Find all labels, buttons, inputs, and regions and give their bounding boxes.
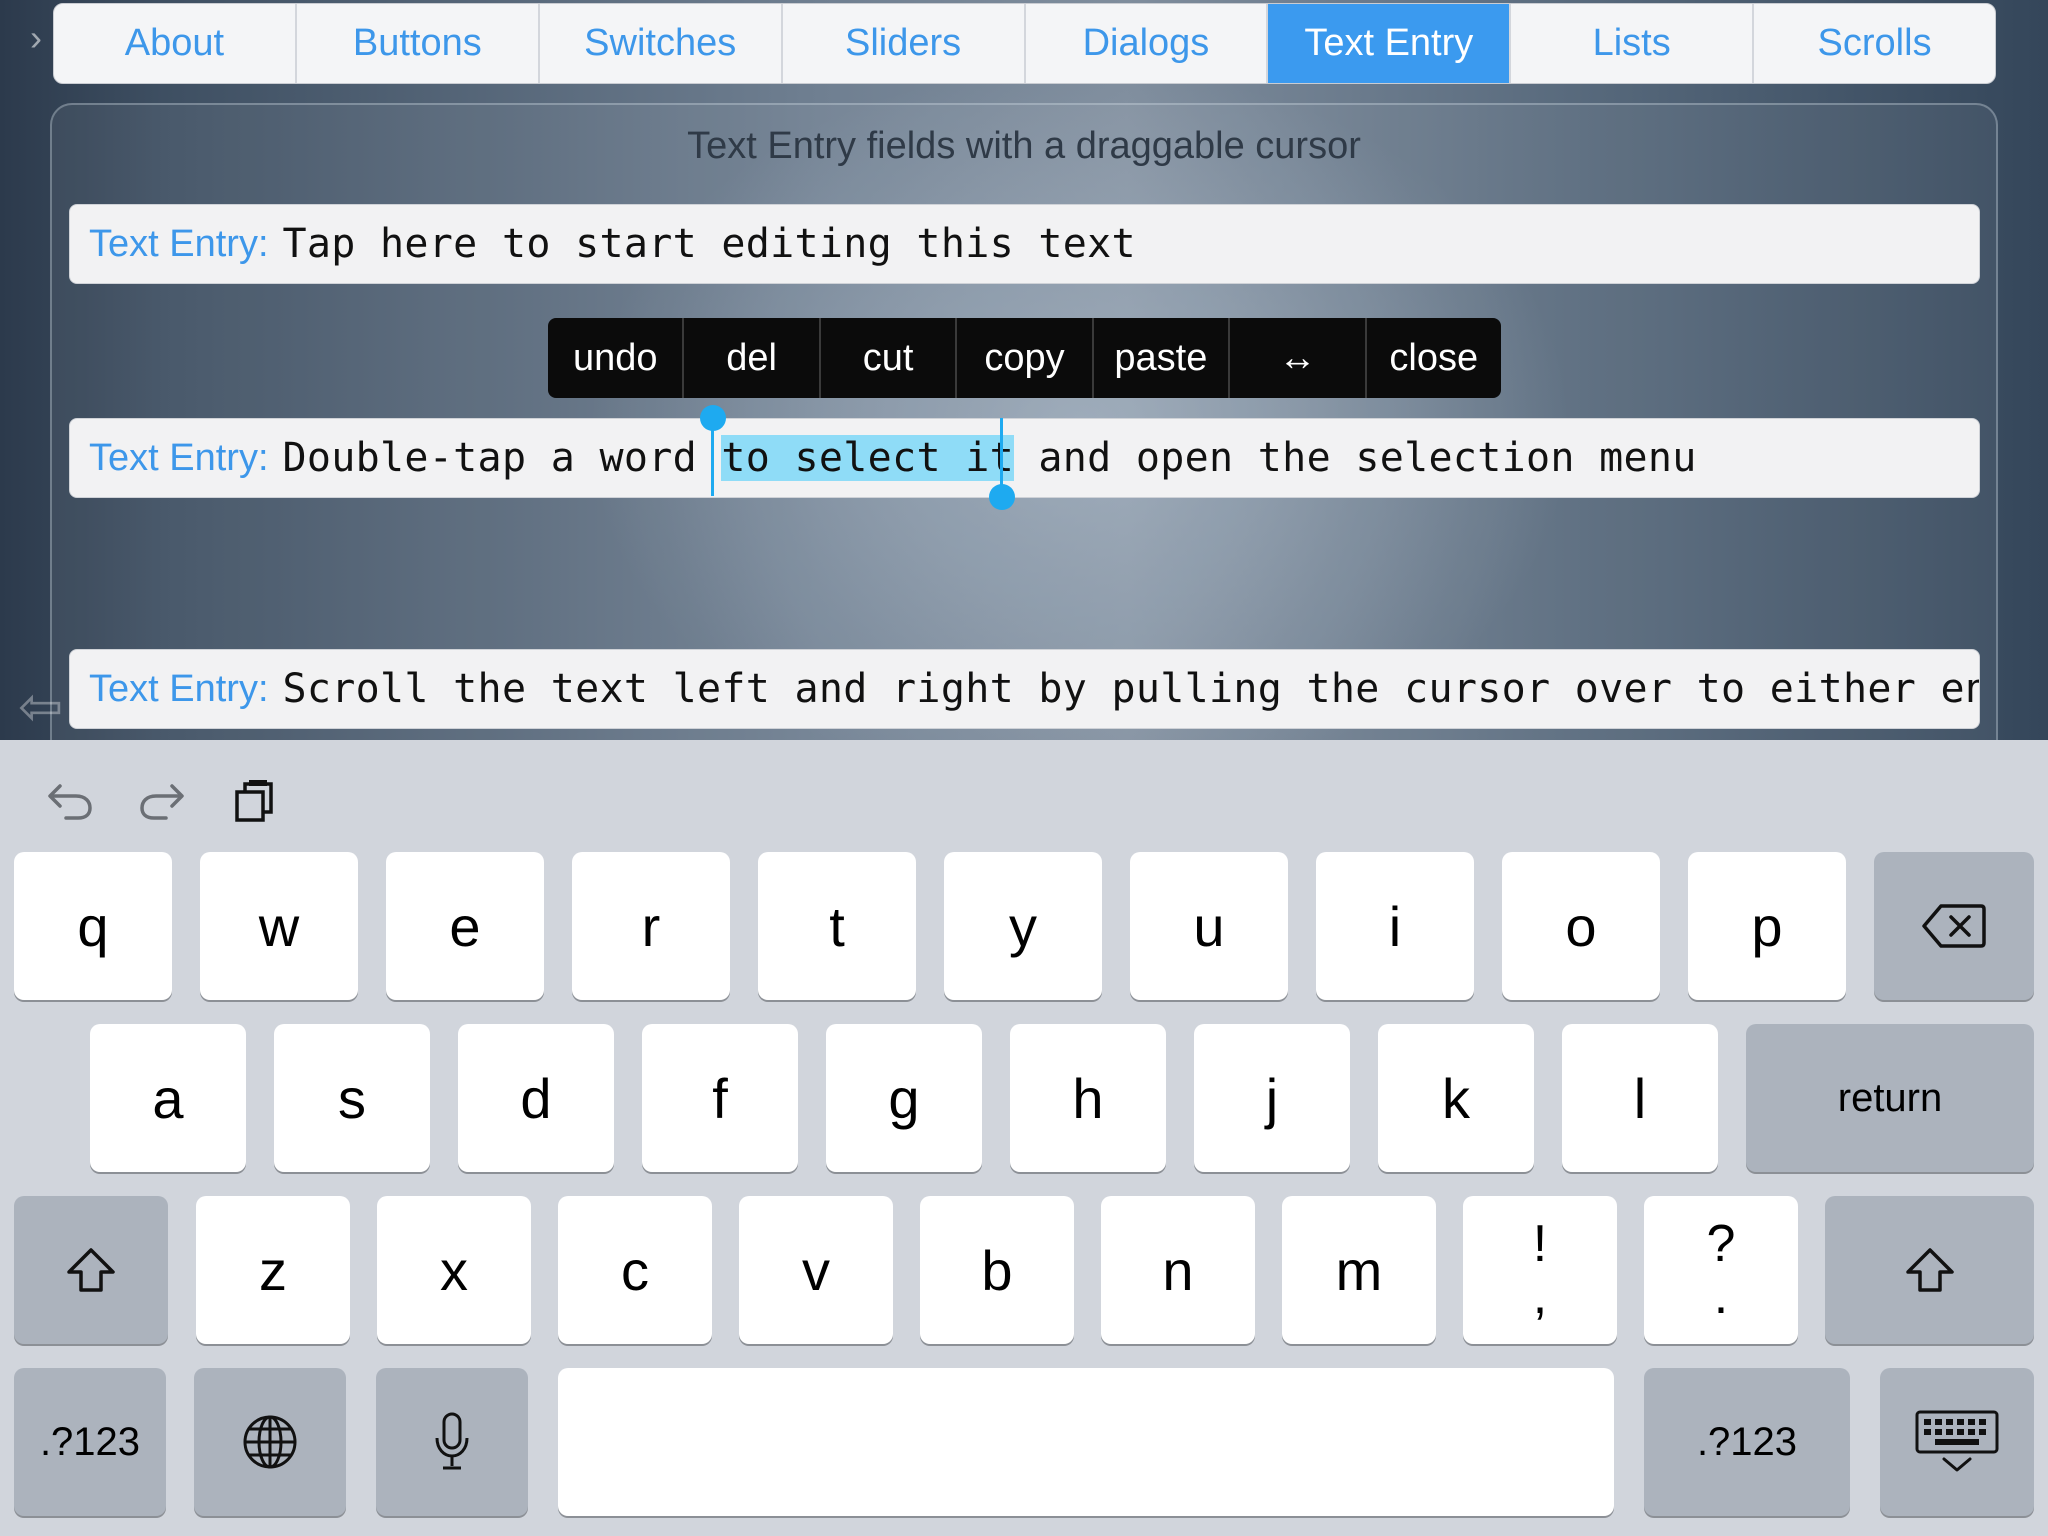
selection-start-handle-knob[interactable] (700, 405, 726, 431)
selection-end-handle-knob[interactable] (989, 484, 1015, 510)
dismiss-keyboard-key[interactable] (1880, 1368, 2034, 1516)
key-n[interactable]: n (1101, 1196, 1255, 1344)
tab-dialogs[interactable]: Dialogs (1026, 4, 1269, 83)
tab-sliders[interactable]: Sliders (783, 4, 1026, 83)
text-entry-value[interactable]: Scroll the text left and right by pullin… (283, 666, 1980, 712)
key-h[interactable]: h (1010, 1024, 1166, 1172)
key-l[interactable]: l (1562, 1024, 1718, 1172)
key-exclamation-comma[interactable]: !, (1463, 1196, 1617, 1344)
menu-close-button[interactable]: close (1367, 318, 1501, 398)
text-entry-label: Text Entry: (89, 436, 269, 479)
numbers-key-left[interactable]: .?123 (14, 1368, 166, 1516)
key-u[interactable]: u (1130, 852, 1288, 1000)
key-e[interactable]: e (386, 852, 544, 1000)
key-a[interactable]: a (90, 1024, 246, 1172)
key-b[interactable]: b (920, 1196, 1074, 1344)
key-i[interactable]: i (1316, 852, 1474, 1000)
key-q[interactable]: q (14, 852, 172, 1000)
key-d[interactable]: d (458, 1024, 614, 1172)
text-entry-value[interactable]: Tap here to start editing this text (283, 221, 1136, 267)
tab-scrolls[interactable]: Scrolls (1754, 4, 1995, 83)
return-key[interactable]: return (1746, 1024, 2034, 1172)
text-entry-label: Text Entry: (89, 222, 269, 265)
menu-paste-button[interactable]: paste (1094, 318, 1231, 398)
key-m[interactable]: m (1282, 1196, 1436, 1344)
menu-select-all-button[interactable]: ↔ (1230, 318, 1367, 398)
key-g[interactable]: g (826, 1024, 982, 1172)
shift-key-right[interactable] (1825, 1196, 2034, 1344)
tab-buttons[interactable]: Buttons (297, 4, 540, 83)
undo-icon[interactable] (46, 778, 94, 827)
microphone-icon (435, 1412, 469, 1470)
text-entry-value[interactable]: Double-tap a word to select it and open … (283, 435, 1697, 481)
key-k[interactable]: k (1378, 1024, 1534, 1172)
key-v[interactable]: v (739, 1196, 893, 1344)
key-top-char: ? (1706, 1215, 1736, 1273)
app-area: › About Buttons Switches Sliders Dialogs… (0, 0, 2048, 740)
tab-text-entry[interactable]: Text Entry (1268, 4, 1512, 83)
key-r[interactable]: r (572, 852, 730, 1000)
backspace-key[interactable] (1874, 852, 2034, 1000)
key-j[interactable]: j (1194, 1024, 1350, 1172)
keyboard-dismiss-icon (1915, 1410, 1999, 1472)
numbers-key-right[interactable]: .?123 (1644, 1368, 1850, 1516)
key-t[interactable]: t (758, 852, 916, 1000)
tab-switches[interactable]: Switches (540, 4, 783, 83)
key-c[interactable]: c (558, 1196, 712, 1344)
key-z[interactable]: z (196, 1196, 350, 1344)
on-screen-keyboard: q w e r t y u i o p a s d f g h j k l re… (0, 740, 2048, 1536)
dictation-key[interactable] (376, 1368, 528, 1516)
text-entry-label: Text Entry: (89, 667, 269, 710)
redo-icon[interactable] (138, 778, 186, 827)
text-entry-field[interactable]: Text Entry: Tap here to start editing th… (69, 204, 1980, 284)
menu-undo-button[interactable]: undo (548, 318, 685, 398)
key-w[interactable]: w (200, 852, 358, 1000)
key-f[interactable]: f (642, 1024, 798, 1172)
key-o[interactable]: o (1502, 852, 1660, 1000)
key-top-char: ! (1532, 1215, 1548, 1273)
text-entry-field-scroll[interactable]: Text Entry: Scroll the text left and rig… (69, 649, 1980, 729)
key-bottom-char: . (1713, 1267, 1729, 1325)
menu-delete-button[interactable]: del (684, 318, 821, 398)
shift-icon (1905, 1248, 1954, 1292)
space-bar[interactable] (558, 1368, 1614, 1516)
globe-icon (243, 1415, 297, 1469)
key-y[interactable]: y (944, 852, 1102, 1000)
edge-chevron-icon[interactable]: › (30, 18, 42, 58)
key-s[interactable]: s (274, 1024, 430, 1172)
key-x[interactable]: x (377, 1196, 531, 1344)
key-p[interactable]: p (1688, 852, 1846, 1000)
menu-copy-button[interactable]: copy (957, 318, 1094, 398)
backspace-icon (1922, 904, 1986, 948)
text-after-selection: and open the selection menu (1013, 435, 1697, 481)
tab-lists[interactable]: Lists (1511, 4, 1755, 83)
menu-cut-button[interactable]: cut (821, 318, 958, 398)
clipboard-icon[interactable] (233, 778, 277, 829)
key-bottom-char: , (1532, 1267, 1548, 1325)
globe-key[interactable] (194, 1368, 346, 1516)
text-before-selection: Double-tap a word (282, 435, 722, 481)
tab-bar: About Buttons Switches Sliders Dialogs T… (53, 3, 1996, 84)
back-arrow-icon: ⇦ (18, 677, 64, 737)
panel-title: Text Entry fields with a draggable curso… (687, 125, 1361, 167)
keyboard-shortcut-bar (0, 740, 2048, 850)
text-entry-field-selected[interactable]: Text Entry: Double-tap a word to select … (69, 418, 1980, 498)
key-question-period[interactable]: ?. (1644, 1196, 1798, 1344)
selection-context-menu: undo del cut copy paste ↔ close (548, 318, 1501, 398)
shift-key-left[interactable] (14, 1196, 168, 1344)
tab-about[interactable]: About (54, 4, 297, 83)
selected-text[interactable]: to select it (721, 435, 1014, 481)
shift-icon (67, 1248, 115, 1292)
